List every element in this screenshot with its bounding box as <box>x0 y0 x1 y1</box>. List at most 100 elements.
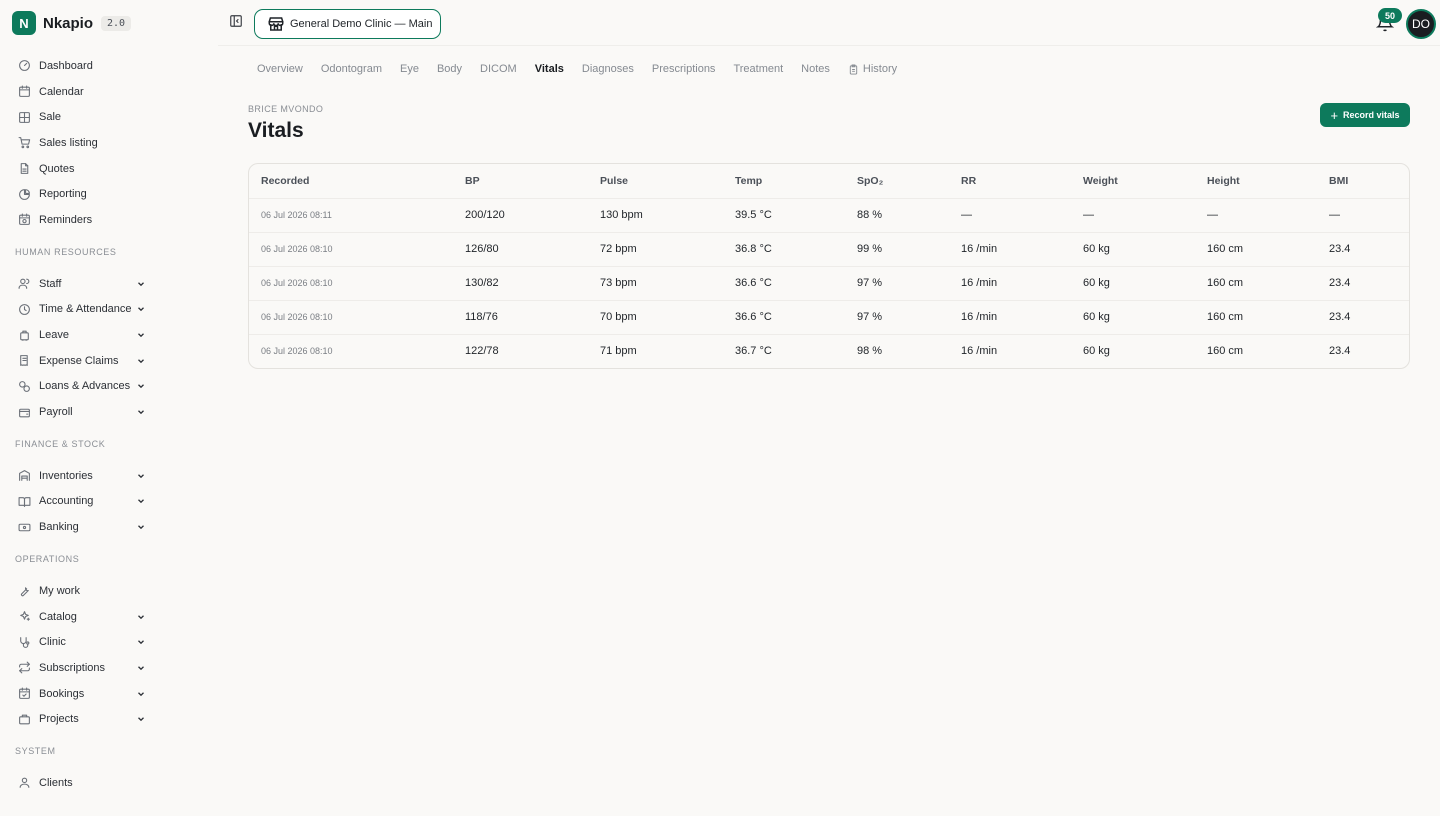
pos-icon <box>18 111 31 124</box>
sidebar-item-bookings[interactable]: Bookings <box>0 681 218 707</box>
sidebar-item-dashboard[interactable]: Dashboard <box>0 53 218 79</box>
sidebar-item-sales-listing[interactable]: Sales listing <box>0 130 218 156</box>
tab-diagnoses[interactable]: Diagnoses <box>582 63 634 75</box>
page-title: Vitals <box>248 119 304 142</box>
sidebar-item-label: Subscriptions <box>39 661 106 674</box>
table-body: 06 Jul 2026 08:11 200/120 130 bpm 39.5 °C 88… <box>249 197 1409 368</box>
sidebar-item-label: Expense Claims <box>39 354 119 367</box>
sidebar-item-payroll[interactable]: Payroll <box>0 399 218 425</box>
pie-chart-icon <box>18 188 31 201</box>
cell-weight: 60 kg <box>1071 333 1195 368</box>
tab-treatment[interactable]: Treatment <box>733 63 783 75</box>
tab-prescriptions[interactable]: Prescriptions <box>652 63 716 75</box>
calendar-icon <box>18 85 31 98</box>
sidebar-item-time-and-attendance[interactable]: Time & Attendance <box>0 297 218 323</box>
sidebar-item-accounting[interactable]: Accounting <box>0 489 218 515</box>
tab-dicom[interactable]: DICOM <box>480 63 517 75</box>
sidebar-item-my-work[interactable]: My work <box>0 578 218 604</box>
warehouse-icon <box>18 469 31 482</box>
cart-icon <box>18 136 31 149</box>
coins-icon <box>18 380 31 393</box>
cell-height: — <box>1195 197 1317 232</box>
sidebar-item-leave[interactable]: Leave <box>0 322 218 348</box>
chevron-down-icon <box>138 525 144 530</box>
table-row[interactable]: 06 Jul 2026 08:10 130/82 73 bpm 36.6 °C 97 %… <box>249 265 1409 300</box>
sidebar-item-calendar[interactable]: Calendar <box>0 79 218 105</box>
tab-vitals[interactable]: Vitals <box>535 63 564 75</box>
sidebar-item-clients[interactable]: Clients <box>0 770 218 796</box>
sidebar-item-label: Reporting <box>39 188 87 201</box>
record-vitals-button[interactable]: + Record vitals <box>1320 103 1410 127</box>
cell-bmi: 23.4 <box>1317 265 1409 300</box>
column-header-bmi: BMI <box>1329 174 1349 187</box>
sidebar-item-label: Leave <box>39 329 69 342</box>
chevron-down-icon <box>138 281 144 286</box>
repeat-icon <box>18 661 31 674</box>
tab-eye[interactable]: Eye <box>400 63 419 75</box>
user-icon <box>18 776 31 789</box>
clipboard-icon <box>849 63 858 75</box>
sidebar-item-reminders[interactable]: Reminders <box>0 207 218 233</box>
cell-bmi: 23.4 <box>1317 231 1409 266</box>
wrench-icon <box>18 584 31 597</box>
tab-body[interactable]: Body <box>437 63 462 75</box>
cell-temp: 36.6 °C <box>723 265 845 300</box>
sidebar-item-staff[interactable]: Staff <box>0 271 218 297</box>
tab-history[interactable]: History <box>848 63 897 75</box>
sidebar-item-reporting[interactable]: Reporting <box>0 181 218 207</box>
avatar[interactable]: DO <box>1406 9 1436 39</box>
sidebar-collapse-icon[interactable] <box>229 14 243 28</box>
receipt-icon <box>18 354 31 367</box>
cell-rr: 16 /min <box>949 299 1071 334</box>
briefcase-icon <box>18 713 31 726</box>
tab-label: Notes <box>801 63 830 75</box>
cell-spo2: 88 % <box>845 197 949 232</box>
cell-weight: 60 kg <box>1071 299 1195 334</box>
clinic-name: General Demo Clinic — Main <box>290 18 433 30</box>
sidebar-item-quotes[interactable]: Quotes <box>0 156 218 182</box>
chevron-down-icon <box>138 333 144 338</box>
sidebar-item-projects[interactable]: Projects <box>0 706 218 732</box>
cell-pulse: 73 bpm <box>588 265 723 300</box>
tab-notes[interactable]: Notes <box>801 63 830 75</box>
sidebar-item-expense-claims[interactable]: Expense Claims <box>0 348 218 374</box>
cell-rr: — <box>949 197 1071 232</box>
cell-rr: 16 /min <box>949 265 1071 300</box>
sidebar-item-clinic[interactable]: Clinic <box>0 629 218 655</box>
sidebar-item-sale[interactable]: Sale <box>0 104 218 130</box>
sidebar-item-subscriptions[interactable]: Subscriptions <box>0 655 218 681</box>
chevron-down-icon <box>138 307 144 312</box>
cell-height: 160 cm <box>1195 231 1317 266</box>
sidebar-item-label: Sale <box>39 111 62 124</box>
table-row[interactable]: 06 Jul 2026 08:10 122/78 71 bpm 36.7 °C 98 %… <box>249 333 1409 368</box>
cell-bmi: — <box>1317 197 1409 232</box>
column-header-rr: RR <box>961 174 977 187</box>
tab-odontogram[interactable]: Odontogram <box>321 63 382 75</box>
sidebar-nav: Dashboard Calendar Sale Sales listing Quotes… <box>0 53 218 796</box>
cell-recorded: 06 Jul 2026 08:10 <box>249 265 453 300</box>
tab-label: Prescriptions <box>651 63 716 75</box>
cell-spo2: 98 % <box>845 333 949 368</box>
table-row[interactable]: 06 Jul 2026 08:11 200/120 130 bpm 39.5 °C 88… <box>249 197 1409 232</box>
brand[interactable]: N Nkapio 2.0 <box>12 11 132 35</box>
chevron-down-icon <box>138 666 144 671</box>
chevron-down-icon <box>138 614 144 619</box>
notification-badge: 50 <box>1378 8 1402 23</box>
sidebar-item-inventories[interactable]: Inventories <box>0 463 218 489</box>
sidebar-item-banking[interactable]: Banking <box>0 514 218 540</box>
calendar-clock-icon <box>18 213 31 226</box>
sidebar-item-loans-and-advances[interactable]: Loans & Advances <box>0 374 218 400</box>
clinic-selector[interactable]: General Demo Clinic — Main <box>254 9 441 39</box>
sidebar-item-label: Time & Attendance <box>39 303 132 316</box>
chevron-down-icon <box>138 359 144 363</box>
cell-spo2: 97 % <box>845 265 949 300</box>
table-row[interactable]: 06 Jul 2026 08:10 126/80 72 bpm 36.8 °C 99 %… <box>249 231 1409 266</box>
section-label-operations: OPERATIONS <box>15 554 80 564</box>
column-header-weight: Weight <box>1083 174 1118 187</box>
tab-overview[interactable]: Overview <box>257 63 303 75</box>
sidebar-item-catalog[interactable]: Catalog <box>0 604 218 630</box>
sidebar-item-label: Sales listing <box>39 136 98 149</box>
table-row[interactable]: 06 Jul 2026 08:10 118/76 70 bpm 36.6 °C 97 %… <box>249 299 1409 334</box>
tab-label: History <box>862 63 898 75</box>
record-vitals-label: Record vitals <box>1343 110 1400 120</box>
